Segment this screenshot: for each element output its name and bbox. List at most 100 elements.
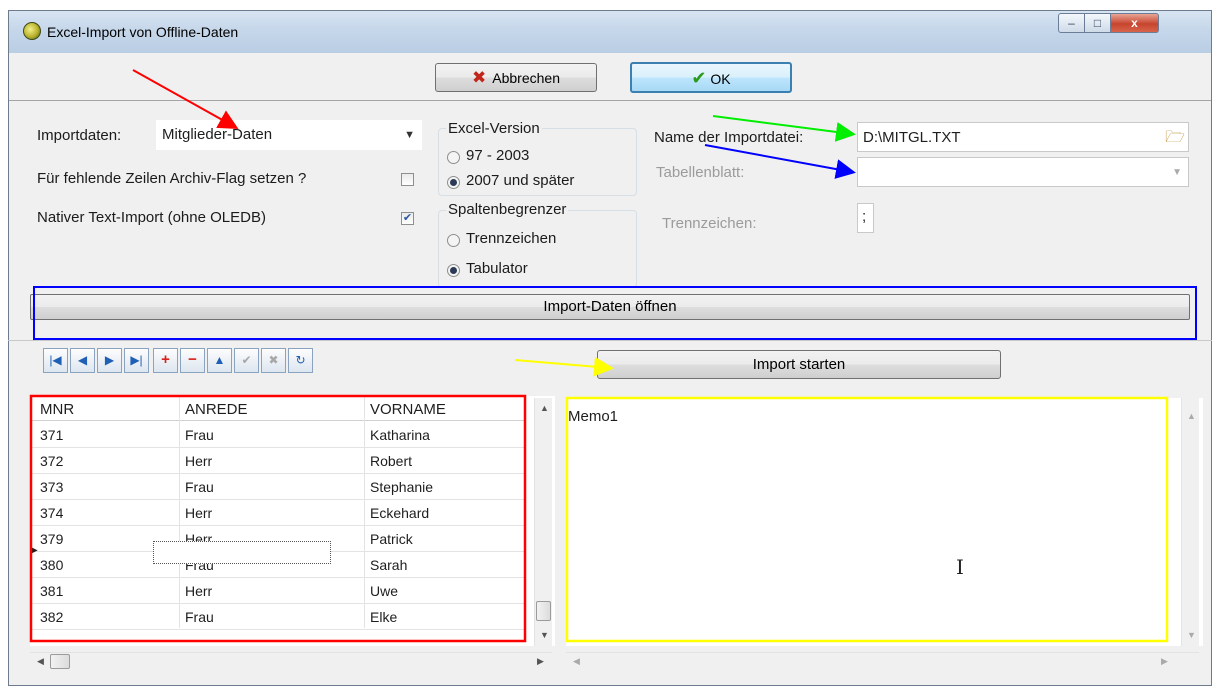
table-row[interactable]: 372 Herr Robert [30, 448, 525, 474]
cell-vorname[interactable]: Stephanie [370, 479, 433, 495]
radio-tabulator-label: Tabulator [466, 260, 528, 277]
radio-trennzeichen[interactable] [447, 234, 460, 247]
data-grid[interactable]: MNR ANREDE VORNAME 371 Frau Katharina 372 He… [30, 396, 555, 646]
cell-vorname[interactable]: Eckehard [370, 505, 429, 521]
importdaten-value: Mitglieder-Daten [162, 126, 273, 143]
scroll-up-icon[interactable]: ▲ [1187, 411, 1196, 421]
scroll-up-icon[interactable]: ▲ [540, 403, 549, 413]
grid-horizontal-scrollbar[interactable]: ◀ ▶ [30, 652, 552, 670]
chevron-down-icon: ▼ [404, 129, 415, 141]
checkbox-check-icon: ✔ [402, 212, 413, 224]
title-bar[interactable]: Excel-Import von Offline-Daten – □ x [9, 11, 1211, 53]
scroll-left-icon[interactable]: ◀ [573, 656, 580, 667]
nav-refresh-button[interactable]: ↻ [288, 348, 313, 373]
cell-anrede[interactable]: Frau [185, 427, 214, 443]
cell-mnr[interactable]: 373 [40, 479, 63, 495]
table-row[interactable]: 381 Herr Uwe [30, 578, 525, 604]
import-start-button[interactable]: Import starten [597, 350, 1001, 379]
tabellenblatt-select[interactable]: ▼ [857, 157, 1189, 187]
insert-icon: + [161, 351, 170, 368]
minimize-button[interactable]: – [1058, 13, 1085, 33]
cell-mnr[interactable]: 382 [40, 609, 63, 625]
radio-2007-plus[interactable] [447, 176, 460, 189]
row-indicator-icon: ▶ [30, 545, 38, 556]
nav-insert-button[interactable]: + [153, 348, 178, 373]
nav-delete-button[interactable]: − [180, 348, 205, 373]
table-row[interactable]: 371 Frau Katharina [30, 422, 525, 448]
filename-value: D:\MITGL.TXT [863, 129, 961, 146]
cell-anrede[interactable]: Herr [185, 583, 212, 599]
native-import-checkbox[interactable]: ✔ [401, 212, 414, 225]
import-open-button[interactable]: Import-Daten öffnen [30, 294, 1190, 320]
memo-horizontal-scrollbar[interactable]: ◀ ▶ [566, 652, 1199, 670]
next-icon: ▶ [104, 353, 115, 367]
chevron-down-icon: ▼ [1172, 167, 1182, 178]
cell-anrede[interactable]: Herr [185, 453, 212, 469]
cell-mnr[interactable]: 372 [40, 453, 63, 469]
column-header-anrede[interactable]: ANREDE [185, 401, 248, 418]
table-row[interactable]: 373 Frau Stephanie [30, 474, 525, 500]
prior-icon: ◀ [77, 353, 88, 367]
cell-vorname[interactable]: Sarah [370, 557, 407, 573]
cell-mnr[interactable]: 379 [40, 531, 63, 547]
scroll-thumb[interactable] [536, 601, 551, 621]
ok-label: OK [710, 71, 731, 87]
cell-anrede[interactable]: Frau [185, 479, 214, 495]
column-header-vorname[interactable]: VORNAME [370, 401, 446, 418]
trennzeichen-input[interactable]: ; [857, 203, 874, 233]
memo-text: Memo1 [568, 408, 619, 425]
cell-mnr[interactable]: 371 [40, 427, 63, 443]
refresh-icon: ↻ [295, 353, 306, 367]
column-header-mnr[interactable]: MNR [40, 401, 74, 418]
nav-first-button[interactable]: |◀ [43, 348, 68, 373]
radio-tabulator[interactable] [447, 264, 460, 277]
archive-flag-checkbox[interactable] [401, 173, 414, 186]
native-import-label: Nativer Text-Import (ohne OLEDB) [37, 209, 266, 226]
cell-vorname[interactable]: Patrick [370, 531, 413, 547]
selected-cell[interactable] [153, 541, 331, 564]
tabellenblatt-label: Tabellenblatt: [656, 164, 745, 181]
cell-vorname[interactable]: Uwe [370, 583, 398, 599]
filename-input[interactable]: D:\MITGL.TXT 🗁 [857, 122, 1189, 152]
scroll-right-icon[interactable]: ▶ [1161, 656, 1168, 667]
scroll-down-icon[interactable]: ▼ [540, 630, 549, 640]
cell-vorname[interactable]: Robert [370, 453, 412, 469]
grid-header: MNR ANREDE VORNAME [30, 396, 525, 421]
table-row[interactable]: 374 Herr Eckehard [30, 500, 525, 526]
trennzeichen-label: Trennzeichen: [662, 215, 757, 232]
scroll-down-icon[interactable]: ▼ [1187, 630, 1196, 640]
cancel-button[interactable]: ✖ Abbrechen [435, 63, 597, 92]
scroll-left-icon[interactable]: ◀ [37, 656, 44, 667]
memo-vertical-scrollbar[interactable]: ▲ ▼ [1181, 398, 1199, 646]
cell-anrede[interactable]: Frau [185, 609, 214, 625]
cell-mnr[interactable]: 380 [40, 557, 63, 573]
nav-edit-button[interactable]: ▲ [207, 348, 232, 373]
edit-icon: ▲ [213, 353, 226, 367]
grid-vertical-scrollbar[interactable]: ▲ ▼ [534, 398, 552, 646]
nav-post-button[interactable]: ✔ [234, 348, 259, 373]
folder-open-icon[interactable]: 🗁 [1165, 126, 1185, 153]
cell-anrede[interactable]: Herr [185, 505, 212, 521]
spaltenbegrenzer-title: Spaltenbegrenzer [446, 201, 569, 218]
cell-mnr[interactable]: 374 [40, 505, 63, 521]
cancel-icon: ✖ [268, 353, 279, 367]
maximize-button[interactable]: □ [1085, 13, 1111, 33]
close-button[interactable]: x [1111, 13, 1159, 33]
cell-vorname[interactable]: Elke [370, 609, 397, 625]
scroll-thumb[interactable] [50, 654, 70, 669]
nav-last-button[interactable]: ▶| [124, 348, 149, 373]
excel-version-title: Excel-Version [446, 120, 542, 137]
cell-vorname[interactable]: Katharina [370, 427, 430, 443]
nav-cancel-button[interactable]: ✖ [261, 348, 286, 373]
radio-97-2003[interactable] [447, 151, 460, 164]
scroll-right-icon[interactable]: ▶ [537, 656, 544, 667]
ok-button[interactable]: ✔ OK [630, 62, 792, 93]
nav-prior-button[interactable]: ◀ [70, 348, 95, 373]
nav-next-button[interactable]: ▶ [97, 348, 122, 373]
importdaten-select[interactable]: Mitglieder-Daten ▼ [156, 120, 422, 150]
memo-field[interactable] [566, 398, 1203, 646]
cell-mnr[interactable]: 381 [40, 583, 63, 599]
radio-trennzeichen-label: Trennzeichen [466, 230, 557, 247]
table-row[interactable]: 382 Frau Elke [30, 604, 525, 630]
delete-icon: − [188, 351, 197, 368]
